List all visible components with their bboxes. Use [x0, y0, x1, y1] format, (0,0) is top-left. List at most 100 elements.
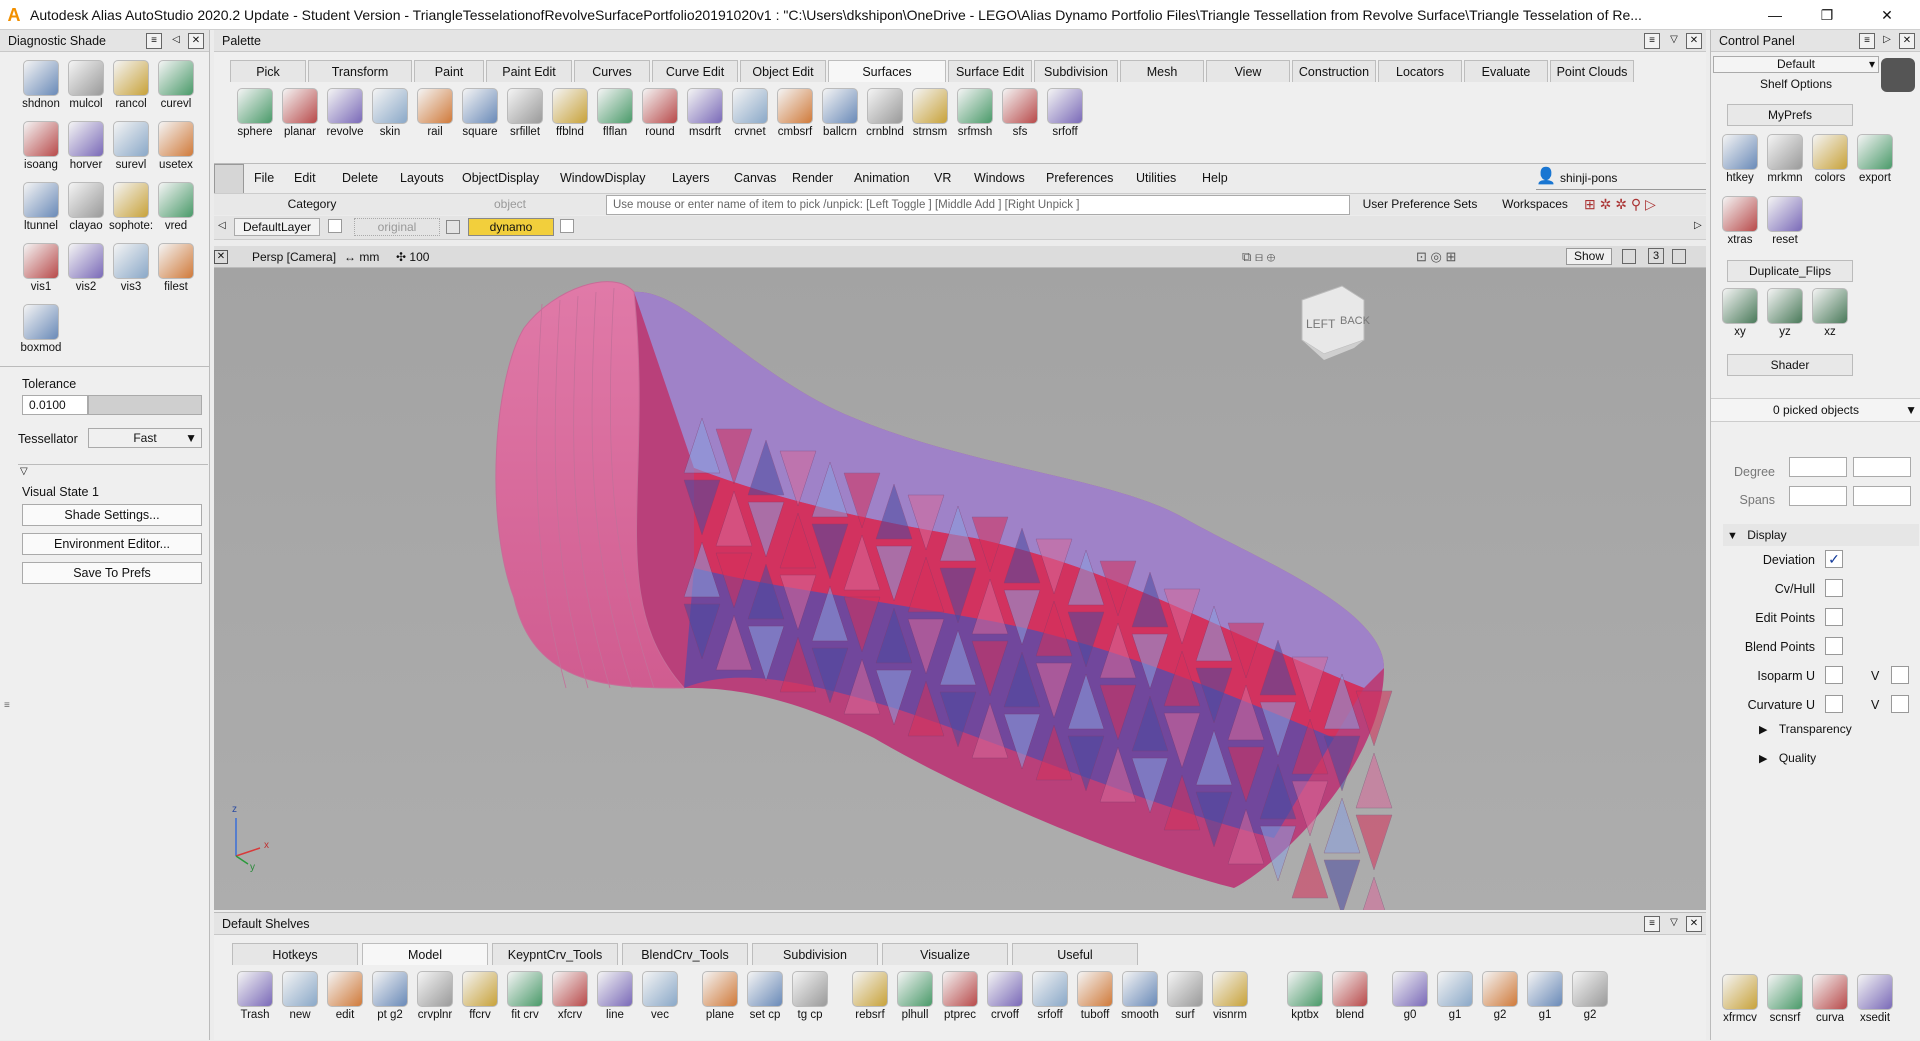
- tg-cp-12-tool[interactable]: tg cp: [787, 971, 833, 1021]
- sfs-tool[interactable]: sfs: [997, 88, 1043, 138]
- isoparm-u-v-checkbox[interactable]: [1891, 666, 1909, 684]
- layer-visibility-checkbox[interactable]: [328, 219, 342, 233]
- panel-menu-icon[interactable]: ≡: [1644, 916, 1660, 932]
- g1-25-tool[interactable]: g1: [1432, 971, 1478, 1021]
- fit-crv-6-tool[interactable]: fit crv: [502, 971, 548, 1021]
- smooth-19-tool[interactable]: smooth: [1117, 971, 1163, 1021]
- crvoff-16-tool[interactable]: crvoff: [982, 971, 1028, 1021]
- shelf-options-button[interactable]: Shelf Options: [1713, 76, 1879, 93]
- shelf-tab-visualize[interactable]: Visualize: [882, 943, 1008, 965]
- edit-points-checkbox[interactable]: [1825, 608, 1843, 626]
- export-tool[interactable]: export: [1852, 134, 1898, 184]
- tessellator-dropdown[interactable]: Fast ▼: [88, 428, 202, 448]
- srfmsh-tool[interactable]: srfmsh: [952, 88, 998, 138]
- kptbx-22-tool[interactable]: kptbx: [1282, 971, 1328, 1021]
- htkey-tool[interactable]: htkey: [1717, 134, 1763, 184]
- ltunnel-tool[interactable]: ltunnel: [18, 182, 64, 232]
- tuboff-18-tool[interactable]: tuboff: [1072, 971, 1118, 1021]
- usetex-tool[interactable]: usetex: [153, 121, 199, 171]
- collapse-arrow-icon[interactable]: ▽: [20, 466, 28, 477]
- perspective-viewport[interactable]: LEFT BACK z x y: [214, 268, 1706, 933]
- tab-myprefs[interactable]: MyPrefs: [1727, 104, 1853, 126]
- boxmod-tool[interactable]: boxmod: [18, 304, 64, 354]
- tab-subdivision[interactable]: Subdivision: [1034, 60, 1118, 82]
- category-value[interactable]: object: [428, 197, 592, 211]
- panel-close-icon[interactable]: ✕: [1899, 33, 1915, 49]
- vec-9-tool[interactable]: vec: [637, 971, 683, 1021]
- flip-yz-tool[interactable]: yz: [1762, 288, 1808, 338]
- display-section[interactable]: ▼ Display: [1723, 524, 1919, 546]
- rail-tool[interactable]: rail: [412, 88, 458, 138]
- planar-tool[interactable]: planar: [277, 88, 323, 138]
- square-tool[interactable]: square: [457, 88, 503, 138]
- xsedit-tool[interactable]: xsedit: [1852, 974, 1898, 1024]
- clayao-tool[interactable]: clayao: [63, 182, 109, 232]
- tab-curves[interactable]: Curves: [574, 60, 650, 82]
- splitter-handle[interactable]: ≡: [4, 700, 10, 711]
- shelf-tab-model[interactable]: Model: [362, 943, 488, 965]
- isoang-tool[interactable]: isoang: [18, 121, 64, 171]
- view-cube[interactable]: LEFT BACK: [1301, 285, 1371, 360]
- view-tool-icons[interactable]: ⧉ ⊟ ⊕: [1242, 249, 1275, 265]
- window-count[interactable]: 3: [1648, 248, 1664, 264]
- isoparm-u-checkbox[interactable]: [1825, 666, 1843, 684]
- tab-object-edit[interactable]: Object Edit: [740, 60, 826, 82]
- g2-28-tool[interactable]: g2: [1567, 971, 1613, 1021]
- tab-construction[interactable]: Construction: [1292, 60, 1376, 82]
- spans-v-field[interactable]: [1853, 486, 1911, 506]
- curevl-tool[interactable]: curevl: [153, 60, 199, 110]
- shelf-tab-blendcrv-tools[interactable]: BlendCrv_Tools: [622, 943, 748, 965]
- shelf-tab-subdivision[interactable]: Subdivision: [752, 943, 878, 965]
- mrkmn-tool[interactable]: mrkmn: [1762, 134, 1808, 184]
- msdrft-tool[interactable]: msdrft: [682, 88, 728, 138]
- tab-surfaces[interactable]: Surfaces: [828, 60, 946, 82]
- xfcrv-7-tool[interactable]: xfcrv: [547, 971, 593, 1021]
- layer-default[interactable]: DefaultLayer: [234, 218, 320, 236]
- g2-26-tool[interactable]: g2: [1477, 971, 1523, 1021]
- mulcol-tool[interactable]: mulcol: [63, 60, 109, 110]
- quality-section[interactable]: ▶ Quality: [1759, 751, 1816, 765]
- degree-v-field[interactable]: [1853, 457, 1911, 477]
- trash-icon[interactable]: [1881, 58, 1915, 92]
- panel-close-icon[interactable]: ✕: [1686, 33, 1702, 49]
- vis3-tool[interactable]: vis3: [108, 243, 154, 293]
- trash-0-tool[interactable]: Trash: [232, 971, 278, 1021]
- shelf-tab-hotkeys[interactable]: Hotkeys: [232, 943, 358, 965]
- tab-pick[interactable]: Pick: [230, 60, 306, 82]
- shelf-set-dropdown[interactable]: Default ▾: [1713, 56, 1879, 73]
- rancol-tool[interactable]: rancol: [108, 60, 154, 110]
- skin-tool[interactable]: skin: [367, 88, 413, 138]
- layout-icon[interactable]: [1622, 249, 1636, 264]
- new-1-tool[interactable]: new: [277, 971, 323, 1021]
- layer-edit-icon[interactable]: [446, 220, 460, 234]
- save-to-prefs-button[interactable]: Save To Prefs: [22, 562, 202, 584]
- menu-utilities[interactable]: Utilities: [1136, 168, 1176, 188]
- menu-objectdisplay[interactable]: ObjectDisplay: [462, 168, 539, 188]
- ffcrv-5-tool[interactable]: ffcrv: [457, 971, 503, 1021]
- edit-2-tool[interactable]: edit: [322, 971, 368, 1021]
- user-preference-sets-button[interactable]: User Preference Sets: [1350, 197, 1490, 211]
- tab-locators[interactable]: Locators: [1378, 60, 1462, 82]
- revolve-tool[interactable]: revolve: [322, 88, 368, 138]
- maximize-viewport-icon[interactable]: [1672, 249, 1686, 264]
- tab-shader[interactable]: Shader: [1727, 354, 1853, 376]
- crvnet-tool[interactable]: crvnet: [727, 88, 773, 138]
- sophote-tool[interactable]: sophote:: [108, 182, 154, 232]
- tolerance-field[interactable]: 0.0100: [22, 395, 88, 415]
- view-mode-icons[interactable]: ⊡ ◎ ⊞: [1416, 249, 1456, 265]
- panel-menu-icon[interactable]: ≡: [1859, 33, 1875, 49]
- toolbar-icons[interactable]: ⊞ ✲ ✲ ⚲ ▷: [1584, 196, 1656, 213]
- line-8-tool[interactable]: line: [592, 971, 638, 1021]
- menu-layers[interactable]: Layers: [672, 168, 710, 188]
- set-cp-11-tool[interactable]: set cp: [742, 971, 788, 1021]
- sphere-tool[interactable]: sphere: [232, 88, 278, 138]
- tab-paint-edit[interactable]: Paint Edit: [486, 60, 572, 82]
- user-box[interactable]: 👤 shinji-pons: [1536, 166, 1706, 190]
- plane-10-tool[interactable]: plane: [697, 971, 743, 1021]
- vred-tool[interactable]: vred: [153, 182, 199, 232]
- xfrmcv-tool[interactable]: xfrmcv: [1717, 974, 1763, 1024]
- surf-20-tool[interactable]: surf: [1162, 971, 1208, 1021]
- layer-dynamo-checkbox[interactable]: [560, 219, 574, 233]
- crvplnr-4-tool[interactable]: crvplnr: [412, 971, 458, 1021]
- menu-windowdisplay[interactable]: WindowDisplay: [560, 168, 645, 188]
